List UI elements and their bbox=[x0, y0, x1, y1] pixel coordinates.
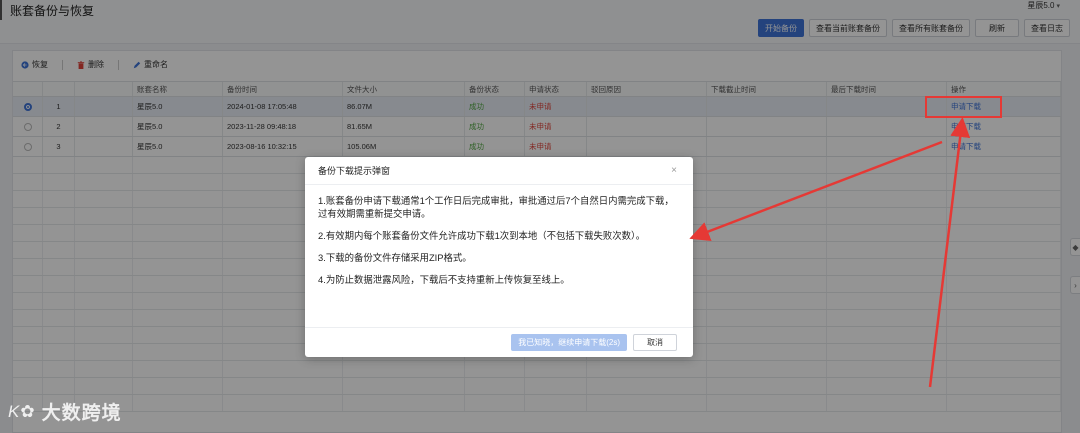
dialog-title: 备份下载提示弹窗 bbox=[318, 166, 391, 176]
dialog-line: 2.有效期内每个账套备份文件允许成功下载1次到本地（不包括下载失败次数）。 bbox=[318, 230, 646, 241]
dialog-footer: 我已知晓，继续申请下载(2s) 取消 bbox=[305, 327, 693, 357]
confirm-download-button[interactable]: 我已知晓，继续申请下载(2s) bbox=[511, 334, 627, 351]
dialog-line: 4.为防止数据泄露风险，下载后不支持重新上传恢复至线上。 bbox=[318, 274, 570, 285]
watermark-logo: K✿ bbox=[8, 401, 36, 421]
dialog-line: 3.下载的备份文件存储采用ZIP格式。 bbox=[318, 252, 472, 263]
annotation-highlight-box bbox=[925, 96, 1002, 118]
dialog-header: 备份下载提示弹窗 × bbox=[305, 157, 693, 185]
watermark: K✿ 大数跨境 bbox=[8, 398, 122, 425]
download-tip-dialog: 备份下载提示弹窗 × 1.账套备份申请下载通常1个工作日后完成审批，审批通过后7… bbox=[305, 157, 693, 357]
close-icon[interactable]: × bbox=[671, 165, 677, 176]
watermark-text: 大数跨境 bbox=[41, 403, 122, 424]
dialog-body: 1.账套备份申请下载通常1个工作日后完成审批，审批通过后7个自然日内需完成下载，… bbox=[305, 185, 693, 286]
cancel-button[interactable]: 取消 bbox=[633, 334, 677, 351]
dialog-line: 1.账套备份申请下载通常1个工作日后完成审批，审批通过后7个自然日内需完成下载，… bbox=[318, 195, 674, 219]
